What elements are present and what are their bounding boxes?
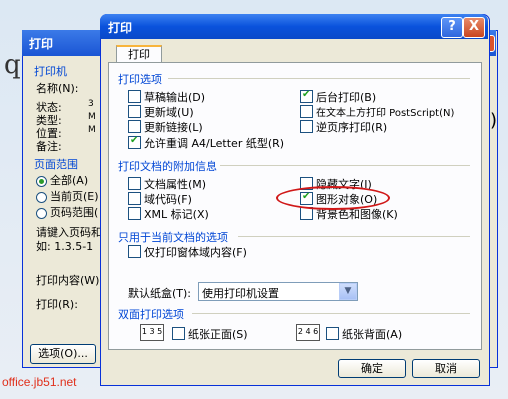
underlying-dialog-title: 打印 [29, 37, 54, 51]
draft-output-label: 草稿输出(D) [144, 91, 206, 104]
postscript-over-text-label: 在文本上方打印 PostScript(N) [316, 108, 455, 119]
section-print-options: 打印选项 [118, 73, 162, 86]
ok-button[interactable]: 确定 [338, 359, 406, 378]
range-all-radio[interactable]: 全部(A) [36, 172, 88, 188]
background-printing-checkbox[interactable] [300, 89, 313, 103]
printer-status-value: 3 [88, 99, 94, 109]
print-what-label: 打印(R): [36, 298, 78, 311]
page-range-group-label: 页面范围 [34, 158, 78, 171]
section-divider [168, 78, 470, 79]
print-form-data-label: 仅打印窗体域内容(F) [144, 246, 247, 259]
document-properties-checkbox[interactable] [128, 177, 141, 190]
radio-selected-icon [36, 175, 47, 187]
radio-icon [36, 207, 47, 219]
document-text-fragment: q [4, 50, 21, 80]
section-additional-info: 打印文档的附加信息 [118, 160, 217, 173]
xml-tags-checkbox[interactable] [128, 207, 141, 220]
radio-icon [36, 191, 47, 203]
page-range-hint-2: 如: 1.3.5-1 [36, 240, 94, 253]
default-tray-label: 默认纸盒(T): [128, 287, 192, 300]
options-button[interactable]: 选项(O)... [30, 344, 96, 364]
section-divider [192, 313, 470, 314]
document-paren-fragment: ) [490, 110, 498, 131]
update-links-label: 更新链接(L) [144, 121, 203, 134]
allow-a4-letter-label: 允许重调 A4/Letter 纸型(R) [144, 137, 285, 150]
xml-tags-label: XML 标记(X) [144, 208, 209, 221]
range-current-radio[interactable]: 当前页(E) [36, 188, 99, 204]
dialog-title: 打印 [108, 21, 133, 35]
back-of-sheet-label: 纸张背面(A) [342, 328, 403, 341]
reverse-order-checkbox[interactable] [300, 120, 313, 133]
draft-output-checkbox[interactable] [128, 90, 141, 103]
front-of-sheet-checkbox[interactable] [172, 327, 185, 340]
background-printing-label: 后台打印(B) [316, 91, 377, 104]
printer-group-label: 打印机 [34, 65, 67, 78]
printer-comment-label: 备注: [36, 140, 62, 153]
close-button[interactable]: X [463, 17, 485, 38]
back-of-sheet-checkbox[interactable] [326, 327, 339, 340]
postscript-over-text-checkbox[interactable] [300, 105, 313, 118]
printer-type-value: M [88, 112, 96, 122]
printer-name-label: 名称(N): [36, 82, 79, 95]
site-watermark: office.jb51.net [2, 375, 77, 389]
allow-a4-letter-checkbox[interactable] [128, 135, 141, 149]
front-of-sheet-label: 纸张正面(S) [188, 328, 248, 341]
highlight-annotation-oval [276, 186, 390, 210]
front-pages-icon: 1 3 5 [140, 324, 164, 341]
back-pages-icon: 2 4 6 [296, 324, 320, 341]
update-links-checkbox[interactable] [128, 120, 141, 133]
section-duplex: 双面打印选项 [118, 308, 184, 321]
chevron-down-icon[interactable]: ▼ [339, 283, 357, 300]
section-divider [238, 236, 470, 237]
document-properties-label: 文档属性(M) [144, 178, 207, 191]
print-content-label: 打印内容(W): [36, 274, 104, 287]
section-divider [220, 165, 470, 166]
dialog-title-bar[interactable] [100, 14, 488, 39]
help-button[interactable]: ? [441, 17, 463, 38]
printer-location-value: M [88, 125, 96, 135]
default-tray-value: 使用打印机设置 [202, 287, 279, 300]
update-fields-label: 更新域(U) [144, 106, 194, 119]
field-codes-label: 域代码(F) [144, 193, 192, 206]
section-current-document: 只用于当前文档的选项 [118, 231, 228, 244]
range-pages-radio[interactable]: 页码范围( [36, 204, 98, 220]
print-form-data-checkbox[interactable] [128, 245, 141, 258]
update-fields-checkbox[interactable] [128, 105, 141, 118]
reverse-order-label: 逆页序打印(R) [316, 121, 388, 134]
cancel-button[interactable]: 取消 [412, 359, 480, 378]
field-codes-checkbox[interactable] [128, 192, 141, 205]
